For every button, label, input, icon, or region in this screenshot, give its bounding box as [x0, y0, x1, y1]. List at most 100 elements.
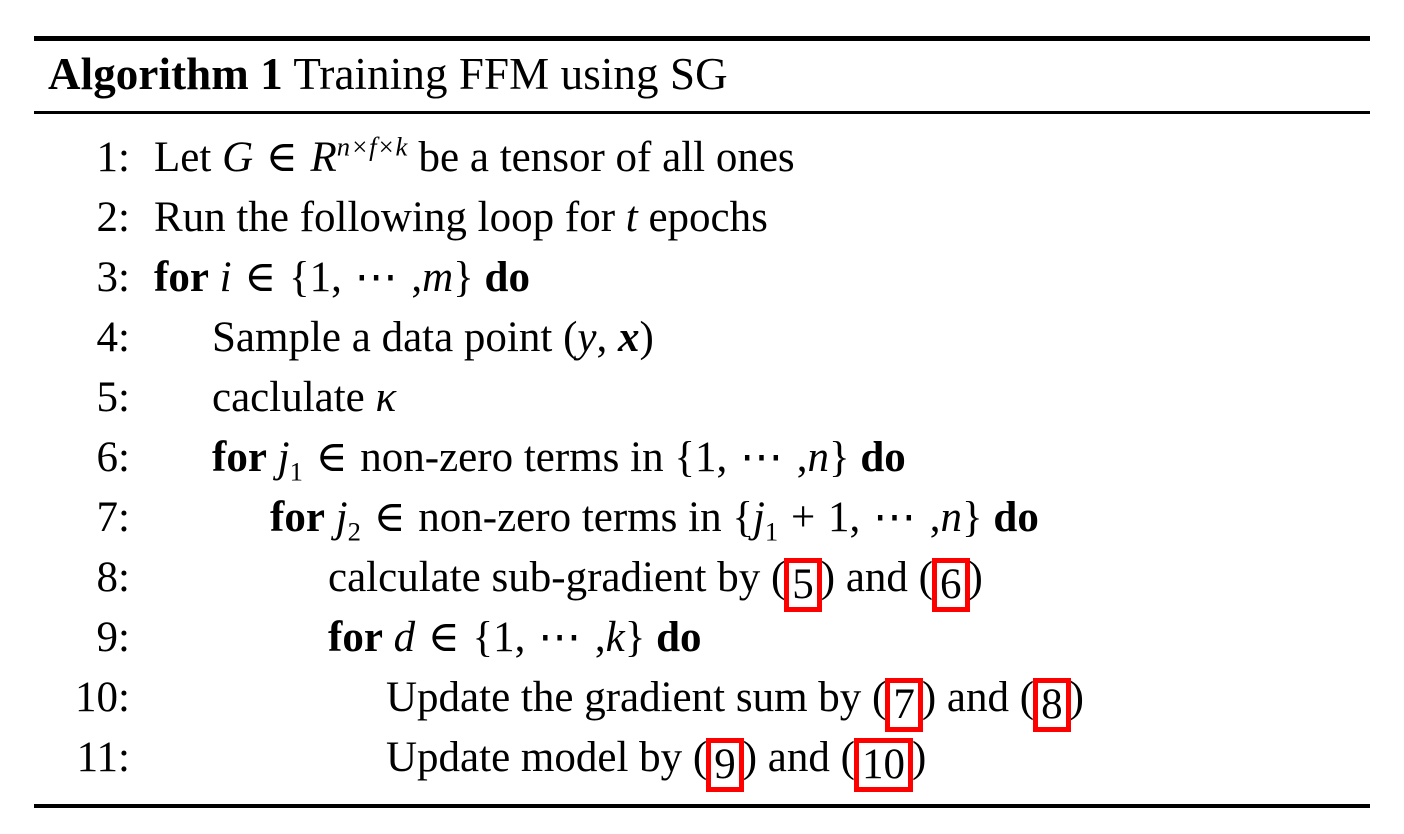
step-fragment: for: [328, 614, 383, 661]
step-fragment: 1: [289, 456, 303, 487]
step-fragment: [267, 434, 278, 481]
step-fragment: n: [807, 434, 829, 481]
step-fragment: t: [625, 194, 638, 241]
algorithm-step: 11: Update model by (9) and (10): [34, 728, 1370, 792]
step-fragment: κ: [375, 374, 397, 421]
step-fragment: {: [732, 494, 753, 541]
step-fragment: }: [453, 254, 474, 301]
step-fragment: ): [639, 314, 654, 361]
step-fragment: ⋯: [728, 434, 796, 481]
step-fragment: x: [618, 314, 640, 361]
step-fragment: 2: [347, 516, 361, 547]
step-fragment: }: [962, 494, 983, 541]
algorithm-caption: Algorithm 1 Training FFM using SG: [34, 41, 1370, 111]
step-fragment: y: [577, 314, 597, 361]
step-fragment: ): [911, 734, 927, 781]
step-fragment: for: [154, 254, 209, 301]
step-fragment: for: [270, 494, 325, 541]
step-fragment: do: [484, 254, 530, 301]
step-fragment: [850, 434, 861, 481]
step-fragment: ,: [594, 614, 606, 661]
step-fragment: epochs: [637, 194, 768, 241]
step-fragment: ): [968, 554, 983, 601]
step-fragment: [383, 614, 394, 661]
step-fragment: {1,: [472, 614, 526, 661]
step-number: 5:: [96, 374, 130, 421]
step-text: for j2 ∈ non-zero terms in {j1 + 1, ⋯ ,n…: [246, 488, 1039, 548]
step-text: Sample a data point (y, x): [188, 308, 654, 368]
step-fragment: Update model by (: [386, 734, 708, 781]
step-fragment: }: [624, 614, 646, 661]
step-fragment: ∈: [362, 494, 417, 541]
step-fragment: R: [310, 134, 337, 181]
algorithm-bottom-rule: [34, 804, 1370, 808]
step-text: Run the following loop for t epochs: [130, 188, 768, 248]
equation-ref-highlight[interactable]: 6: [932, 558, 970, 612]
step-fragment: ∈: [417, 614, 471, 661]
step-text: Let G ∈ Rn×f×k be a tensor of all ones: [130, 128, 795, 188]
step-fragment: ⋯: [526, 614, 594, 661]
step-number: 3:: [96, 254, 130, 301]
step-fragment: (: [563, 314, 578, 361]
equation-ref-highlight[interactable]: 7: [885, 678, 923, 732]
step-number: 2:: [96, 194, 130, 241]
equation-ref-highlight[interactable]: 8: [1033, 678, 1071, 732]
step-fragment: j: [277, 434, 290, 481]
step-fragment: n×f×k: [336, 131, 408, 162]
step-fragment: n: [940, 494, 963, 541]
step-fragment: ): [1069, 674, 1084, 721]
step-fragment: do: [656, 614, 702, 661]
step-fragment: ,: [796, 434, 808, 481]
algorithm-block: Algorithm 1 Training FFM using SG 1: Let …: [34, 36, 1370, 808]
algorithm-step: 5: caclulate κ: [34, 368, 1370, 428]
equation-ref-highlight[interactable]: 9: [706, 738, 744, 792]
step-fragment: caclulate: [212, 374, 376, 421]
step-fragment: ∈: [233, 254, 287, 301]
algorithm-step: 6: for j1 ∈ non-zero terms in {1, ⋯ ,n} d…: [34, 428, 1370, 488]
step-text: caclulate κ: [188, 368, 396, 428]
step-fragment: be a tensor of all ones: [407, 134, 795, 181]
step-fragment: {1,: [674, 434, 728, 481]
algorithm-step: 4: Sample a data point (y, x): [34, 308, 1370, 368]
step-fragment: [645, 614, 656, 661]
step-number: 4:: [96, 314, 130, 361]
algorithm-step: 3: for i ∈ {1, ⋯ ,m} do: [34, 248, 1370, 308]
algorithm-step: 7: for j2 ∈ non-zero terms in {j1 + 1, ⋯ …: [34, 488, 1370, 548]
step-fragment: m: [422, 254, 454, 301]
step-fragment: j: [752, 494, 765, 541]
step-number: 9:: [96, 614, 130, 661]
step-fragment: Sample a data point: [212, 314, 564, 361]
equation-ref-highlight[interactable]: 5: [784, 558, 822, 612]
step-number: 11:: [76, 734, 130, 781]
algorithm-step: 1: Let G ∈ Rn×f×k be a tensor of all ones: [34, 128, 1370, 188]
step-fragment: calculate sub-gradient by (: [328, 554, 786, 601]
step-fragment: [325, 494, 336, 541]
step-number: 10:: [75, 674, 130, 721]
step-fragment: ⋯: [861, 494, 929, 541]
step-fragment: [983, 494, 994, 541]
step-text: Update the gradient sum by (7) and (8): [362, 668, 1084, 732]
algorithm-step: 9: for d ∈ {1, ⋯ ,k} do: [34, 608, 1370, 668]
step-fragment: 1,: [828, 494, 861, 541]
step-number: 6:: [96, 434, 130, 481]
step-fragment: Update the gradient sum by (: [386, 674, 887, 721]
algorithm-title-label: Training FFM using SG: [293, 49, 728, 99]
step-fragment: non-zero terms in: [418, 494, 733, 541]
step-fragment: [209, 254, 220, 301]
step-fragment: j: [335, 494, 348, 541]
step-fragment: 1: [764, 516, 779, 547]
step-fragment: d: [393, 614, 416, 661]
step-fragment: Let: [154, 134, 223, 181]
step-fragment: ∈: [304, 434, 359, 481]
step-fragment: Run the following loop for: [154, 194, 626, 241]
algorithm-step: 10: Update the gradient sum by (7) and (8…: [34, 668, 1370, 732]
step-fragment: ) and (: [820, 554, 934, 601]
step-fragment: G: [222, 134, 254, 181]
step-fragment: }: [828, 434, 850, 481]
algorithm-step: 8: calculate sub-gradient by (5) and (6): [34, 548, 1370, 612]
step-text: calculate sub-gradient by (5) and (6): [304, 548, 983, 612]
equation-ref-highlight[interactable]: 10: [853, 738, 913, 792]
step-fragment: for: [212, 434, 267, 481]
algorithm-number-label: Algorithm 1: [48, 49, 283, 99]
step-fragment: do: [993, 494, 1039, 541]
